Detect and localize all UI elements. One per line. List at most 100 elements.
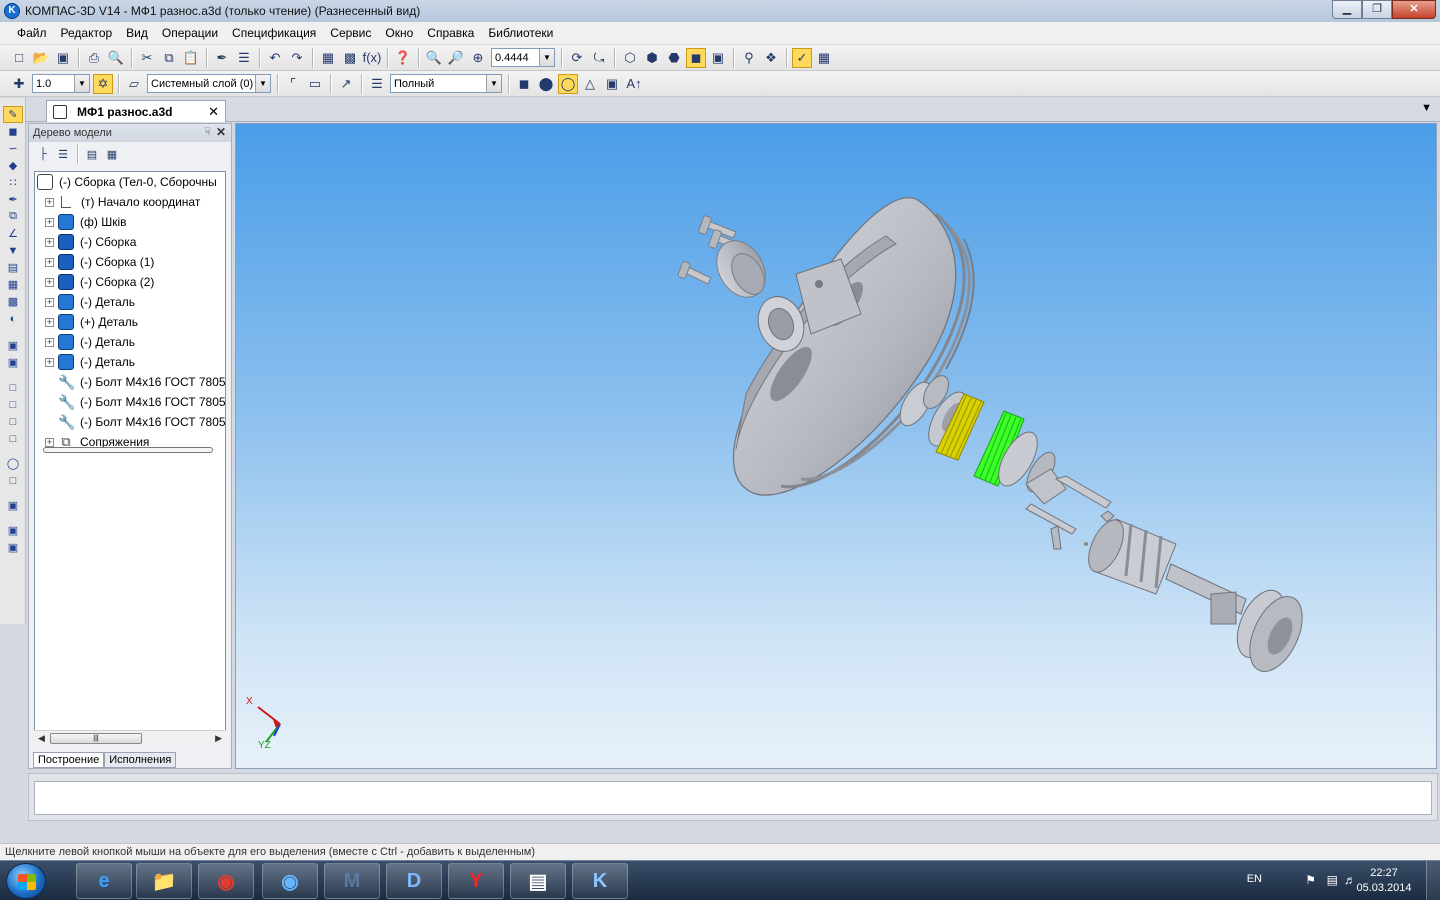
- expand-icon[interactable]: +: [45, 237, 54, 247]
- tree-item[interactable]: + (т) Начало координат: [35, 192, 225, 212]
- zoom-scale-combo[interactable]: 0.4444 ▼: [491, 48, 555, 67]
- manager-icon[interactable]: ▦: [318, 48, 338, 68]
- list-icon[interactable]: ☰: [367, 74, 387, 94]
- reports-icon[interactable]: ▦: [3, 276, 23, 293]
- expand-icon[interactable]: +: [45, 217, 54, 227]
- menu-help[interactable]: Справка: [420, 26, 481, 40]
- section-icon[interactable]: △: [580, 74, 600, 94]
- shaded-icon[interactable]: ◼: [686, 47, 706, 68]
- wireframe-icon[interactable]: ⬡: [620, 48, 640, 68]
- tree-horizontal-scrollbar[interactable]: ◀ ||| ▶: [34, 730, 226, 746]
- step-toggle-icon[interactable]: ✡: [93, 73, 113, 94]
- menu-file[interactable]: Файл: [10, 26, 54, 40]
- undo-icon[interactable]: ↶: [265, 48, 285, 68]
- layer-icon[interactable]: ▱: [124, 74, 144, 94]
- tree-item[interactable]: (-) Сборка (Тел-0, Сборочны: [35, 172, 225, 192]
- properties-icon[interactable]: ☰: [234, 48, 254, 68]
- tool-7-icon[interactable]: ◯: [3, 455, 23, 472]
- zoom-all-icon[interactable]: 🔎: [446, 48, 466, 68]
- component-edit-icon[interactable]: ◼: [3, 123, 23, 140]
- menu-libraries[interactable]: Библиотеки: [481, 26, 560, 40]
- expand-icon[interactable]: +: [45, 197, 54, 207]
- menu-operations[interactable]: Операции: [155, 26, 225, 40]
- hidden-lines-icon[interactable]: ⬢: [642, 48, 662, 68]
- copy-icon[interactable]: ⧉: [159, 48, 179, 68]
- step-combo[interactable]: 1.0 ▼: [32, 74, 90, 93]
- tree-item[interactable]: + (-) Деталь: [35, 332, 225, 352]
- tool-10-icon[interactable]: ▣: [3, 522, 23, 539]
- scroll-left-icon[interactable]: ◀: [38, 733, 45, 744]
- view-mode-combo[interactable]: Полный ▼: [390, 74, 502, 93]
- scrollbar-thumb[interactable]: |||: [50, 733, 142, 744]
- tool-4-icon[interactable]: □: [3, 396, 23, 413]
- specification-icon[interactable]: ▤: [3, 259, 23, 276]
- menu-specification[interactable]: Спецификация: [225, 26, 323, 40]
- elements-design-icon[interactable]: ▩: [3, 293, 23, 310]
- tree-item[interactable]: 🔧 (-) Болт М4х16 ГОСТ 7805: [35, 392, 225, 412]
- tab-versions[interactable]: Исполнения: [104, 752, 177, 768]
- open-file-icon[interactable]: 📂: [31, 48, 51, 68]
- pin-icon[interactable]: ☟: [204, 125, 211, 138]
- chevron-down-icon[interactable]: ▼: [1421, 102, 1432, 114]
- clock[interactable]: 22:27 05.03.2014: [1354, 866, 1414, 896]
- expand-icon[interactable]: +: [45, 437, 54, 447]
- shaded-edges-icon[interactable]: ▣: [708, 48, 728, 68]
- menu-service[interactable]: Сервис: [323, 26, 378, 40]
- tree-scroll-indicator[interactable]: [43, 447, 213, 453]
- document-icon[interactable]: ▤: [510, 863, 566, 899]
- tool-1-icon[interactable]: ▣: [3, 337, 23, 354]
- tree-item[interactable]: + (-) Деталь: [35, 292, 225, 312]
- document-tab[interactable]: МФ1 разнос.a3d ✕: [46, 100, 226, 122]
- expand-icon[interactable]: +: [45, 357, 54, 367]
- format-brush-icon[interactable]: ✒: [212, 48, 232, 68]
- expand-icon[interactable]: +: [45, 297, 54, 307]
- variables-fx-icon[interactable]: f(x): [362, 48, 382, 68]
- tree-item[interactable]: + (+) Деталь: [35, 312, 225, 332]
- close-icon[interactable]: ✕: [208, 104, 219, 120]
- tool-9-icon[interactable]: ▣: [3, 497, 23, 514]
- tree-edit-icon[interactable]: ▦: [103, 145, 121, 163]
- menu-view[interactable]: Вид: [119, 26, 155, 40]
- expand-icon[interactable]: +: [45, 257, 54, 267]
- tool-8-icon[interactable]: □: [3, 472, 23, 489]
- library-icon[interactable]: ▩: [340, 48, 360, 68]
- select-icon[interactable]: ✓: [792, 47, 812, 68]
- chevron-down-icon[interactable]: ▼: [255, 75, 270, 92]
- cube-arrow-icon[interactable]: ⬤: [536, 74, 556, 94]
- tree-item[interactable]: + (-) Сборка (2): [35, 272, 225, 292]
- 3d-viewport[interactable]: X YZ: [235, 123, 1437, 769]
- scroll-right-icon[interactable]: ▶: [215, 733, 222, 744]
- paste-icon[interactable]: 📋: [181, 48, 201, 68]
- zoom-scale-icon[interactable]: ⊕: [468, 48, 488, 68]
- language-indicator[interactable]: EN: [1247, 873, 1262, 885]
- auxiliary-geometry-icon[interactable]: ✒: [3, 191, 23, 208]
- text-size-icon[interactable]: A↑: [624, 74, 644, 94]
- orientation-arrow-icon[interactable]: ↗: [336, 74, 356, 94]
- file-explorer-icon[interactable]: 📁: [136, 863, 192, 899]
- measure-icon[interactable]: ▦: [814, 48, 834, 68]
- tree-item[interactable]: + (-) Деталь: [35, 352, 225, 372]
- save-icon[interactable]: ▣: [53, 48, 73, 68]
- lcs-icon[interactable]: ⌜: [283, 74, 303, 94]
- tool-5-icon[interactable]: □: [3, 413, 23, 430]
- cube-color-icon[interactable]: ◼: [514, 74, 534, 94]
- show-desktop-button[interactable]: [1426, 861, 1440, 900]
- close-icon[interactable]: ✕: [216, 125, 226, 139]
- expand-icon[interactable]: +: [45, 317, 54, 327]
- expand-icon[interactable]: +: [45, 277, 54, 287]
- snap-icon[interactable]: ❖: [761, 48, 781, 68]
- chevron-down-icon[interactable]: ▼: [539, 49, 554, 66]
- bolt-part[interactable]: [677, 261, 712, 285]
- spatial-curves-icon[interactable]: ∽: [3, 140, 23, 157]
- component-icon[interactable]: ▣: [602, 74, 622, 94]
- hidden-thin-icon[interactable]: ⬣: [664, 48, 684, 68]
- new-file-icon[interactable]: □: [9, 48, 29, 68]
- tray-flag-icon[interactable]: ⚑: [1305, 873, 1316, 887]
- kompas-icon[interactable]: K: [572, 863, 628, 899]
- tool-3-icon[interactable]: □: [3, 379, 23, 396]
- menu-window[interactable]: Окно: [378, 26, 420, 40]
- tree-item[interactable]: 🔧 (-) Болт М4х16 ГОСТ 7805: [35, 372, 225, 392]
- chevron-down-icon[interactable]: ▼: [74, 75, 89, 92]
- network-icon[interactable]: ▤: [1327, 873, 1338, 887]
- restore-icon[interactable]: ❐: [1362, 0, 1392, 19]
